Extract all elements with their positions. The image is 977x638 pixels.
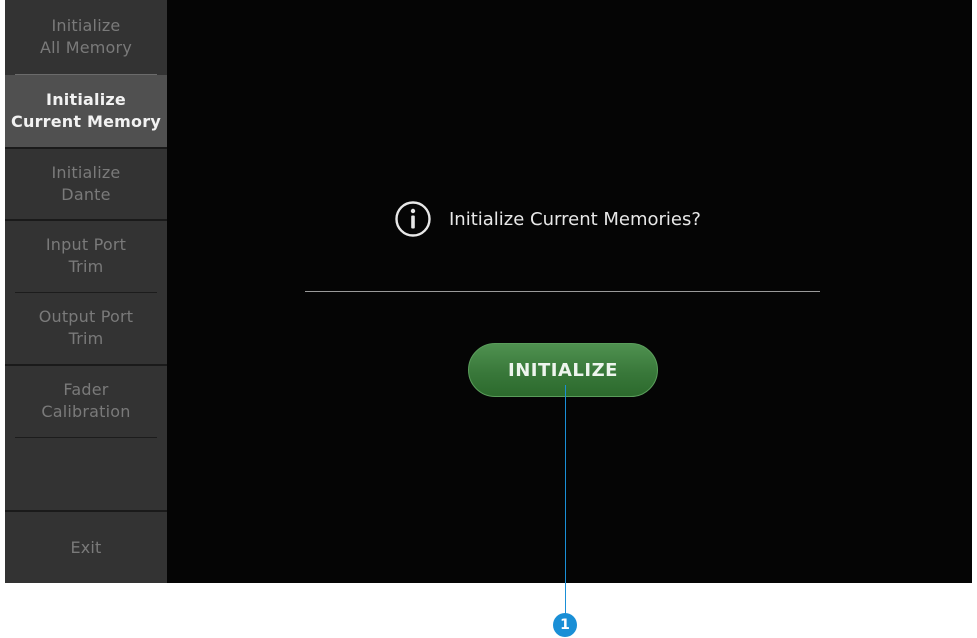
info-icon	[395, 201, 431, 237]
sidebar-item-initialize-all-memory[interactable]: Initialize All Memory	[5, 0, 167, 74]
device-screen: Initialize All Memory Initialize Current…	[5, 0, 972, 583]
exit-label: Exit	[70, 537, 102, 557]
sidebar: Initialize All Memory Initialize Current…	[5, 0, 167, 583]
dialog-area: Initialize Current Memories? INITIALIZE	[167, 0, 972, 583]
sidebar-item-input-port-trim[interactable]: Input Port Trim	[5, 221, 167, 291]
exit-button[interactable]: Exit	[5, 512, 167, 583]
sidebar-item-fader-calibration[interactable]: Fader Calibration	[5, 366, 167, 436]
prompt-row: Initialize Current Memories?	[394, 199, 701, 239]
initialize-button[interactable]: INITIALIZE	[468, 343, 658, 397]
sidebar-item-label: Initialize Dante	[51, 163, 121, 204]
callout-number-badge: 1	[553, 613, 577, 637]
sidebar-item-label: Initialize All Memory	[40, 16, 132, 57]
sidebar-item-label: Fader Calibration	[41, 380, 131, 421]
sidebar-item-output-port-trim[interactable]: Output Port Trim	[5, 293, 167, 363]
sidebar-item-initialize-current-memory[interactable]: Initialize Current Memory	[5, 75, 167, 147]
prompt-text: Initialize Current Memories?	[449, 208, 701, 230]
divider	[15, 437, 157, 438]
sidebar-item-initialize-dante[interactable]: Initialize Dante	[5, 149, 167, 219]
sidebar-item-label: Output Port Trim	[38, 307, 134, 348]
sidebar-item-label: Initialize Current Memory	[11, 90, 161, 131]
callout-line	[565, 385, 566, 620]
sidebar-item-label: Input Port Trim	[45, 235, 127, 276]
separator-line	[305, 291, 820, 292]
